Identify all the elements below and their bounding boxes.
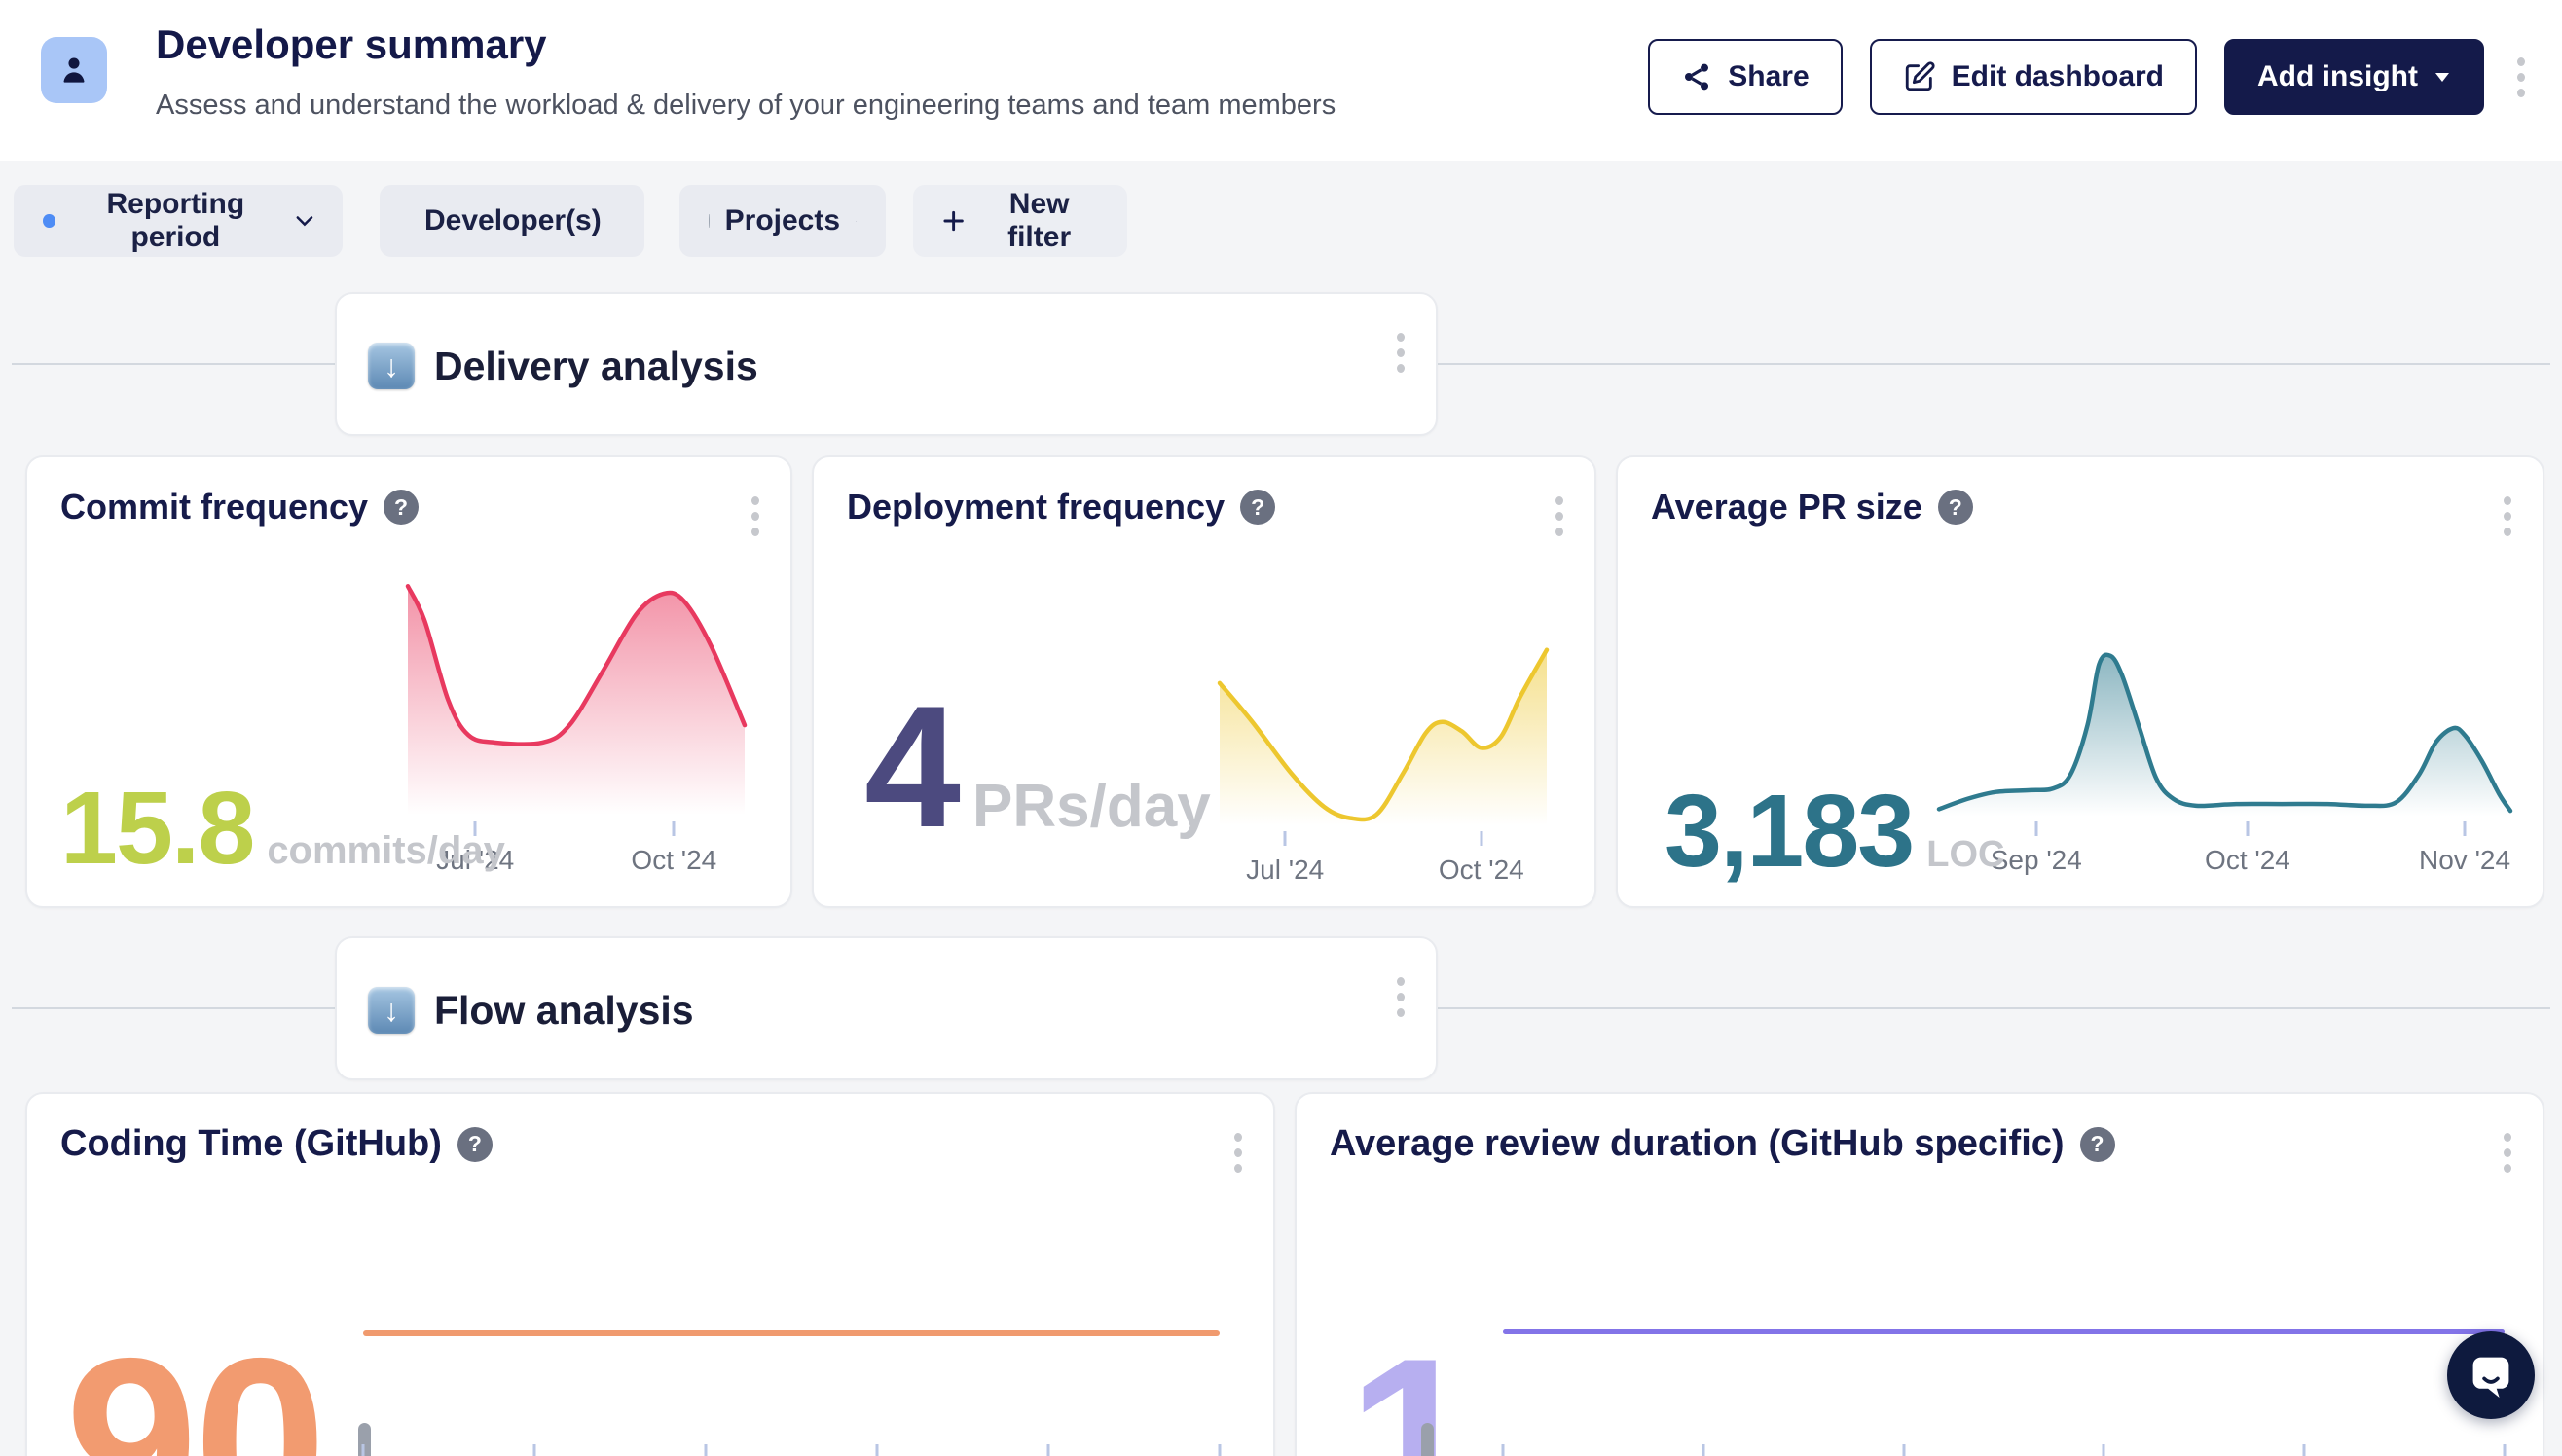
card-average-review-duration: Average review duration (GitHub specific… [1295,1092,2544,1456]
avatar [41,37,107,103]
x-axis [1503,1444,2505,1456]
metric-value: 3,183 [1665,780,1913,883]
filter-inactive-dot [709,214,710,228]
metric-value-clipped: 90 [65,1349,323,1456]
card-overflow-menu[interactable] [1550,491,1569,542]
section-divider-left [12,1007,335,1009]
share-button[interactable]: Share [1648,39,1842,115]
chevron-down-icon [2434,71,2451,83]
chat-bubble-icon [2469,1353,2513,1398]
add-insight-button[interactable]: Add insight [2224,39,2484,115]
card-overflow-menu[interactable] [1228,1127,1248,1179]
header-overflow-menu[interactable] [2511,52,2531,103]
metric-unit: commits/day [267,831,505,870]
section-divider-right [1438,363,2550,365]
share-label: Share [1728,60,1809,93]
help-icon[interactable]: ? [1240,490,1275,525]
card-title: Coding Time (GitHub) [60,1123,442,1165]
section-header-flow-analysis: ↓ Flow analysis [335,936,1438,1080]
header-actions: Share Edit dashboard Add insight [1648,39,2531,115]
metric-value: 15.8 [60,777,253,880]
new-filter-label: New filter [980,188,1098,254]
help-icon[interactable]: ? [458,1127,493,1162]
section-divider-left [12,363,335,365]
x-axis: Jul '24Oct '24 [1220,831,1547,890]
x-axis: Sep '24Oct '24Nov '24 [1939,821,2510,880]
section-title: Delivery analysis [434,344,758,389]
section-divider-right [1438,1007,2550,1009]
review-duration-flat-line [1503,1329,2505,1334]
section-header-delivery-analysis: ↓ Delivery analysis [335,292,1438,436]
card-deployment-frequency: Deployment frequency ? Jul '24Oct '24 4 … [812,455,1596,908]
plus-icon [942,208,965,234]
card-commit-frequency: Commit frequency ? Jul '24Oct '24 15.8 c… [25,455,792,908]
metric-unit: LOC [1926,836,2004,873]
filter-developers[interactable]: Developer(s) [380,185,644,257]
card-overflow-menu[interactable] [746,491,765,542]
filter-active-dot [43,214,55,228]
edit-dashboard-label: Edit dashboard [1952,60,2164,93]
card-average-pr-size: Average PR size ? Sep '24Oct '24Nov '24 … [1616,455,2544,908]
card-title: Commit frequency [60,487,368,528]
coding-time-flat-line [363,1330,1220,1336]
deployment-frequency-sparkline [1220,644,1547,829]
chevron-down-icon [856,215,857,228]
edit-dashboard-button[interactable]: Edit dashboard [1870,39,2197,115]
edit-icon [1903,60,1936,93]
metric-value-clipped: 1 [1347,1349,1476,1456]
filter-reporting-period[interactable]: Reporting period [14,185,343,257]
section-overflow-menu[interactable] [1391,327,1410,379]
metric-unit: PRs/day [972,777,1211,837]
x-axis [363,1444,1220,1456]
down-arrow-emoji-icon: ↓ [368,343,415,389]
new-filter-button[interactable]: New filter [913,185,1127,257]
card-coding-time-github: Coding Time (GitHub) ? 90 [25,1092,1275,1456]
card-overflow-menu[interactable] [2498,1127,2517,1179]
filter-label: Projects [725,204,840,237]
help-icon[interactable]: ? [1938,490,1973,525]
card-title: Average PR size [1651,487,1922,528]
card-title: Deployment frequency [847,487,1225,528]
section-title: Flow analysis [434,988,694,1034]
card-overflow-menu[interactable] [2498,491,2517,542]
add-insight-label: Add insight [2257,60,2418,93]
filter-label: Developer(s) [424,204,602,237]
chat-launcher-button[interactable] [2447,1331,2535,1419]
help-icon[interactable]: ? [2080,1127,2115,1162]
person-icon [55,52,92,89]
chevron-down-icon [296,215,313,228]
page-title: Developer summary [156,21,547,68]
down-arrow-emoji-icon: ↓ [368,987,415,1034]
average-pr-size-sparkline [1939,647,2510,819]
card-title: Average review duration (GitHub specific… [1330,1123,2065,1165]
filter-projects[interactable]: Projects [679,185,886,257]
filter-label: Reporting period [71,188,281,254]
dashboard-page: Developer summary Assess and understand … [0,0,2562,1456]
metric-value: 4 [864,680,959,854]
page-header: Developer summary Assess and understand … [0,0,2562,161]
help-icon[interactable]: ? [384,490,419,525]
section-overflow-menu[interactable] [1391,971,1410,1023]
share-icon [1681,61,1712,92]
page-subtitle: Assess and understand the workload & del… [156,90,1336,122]
clipped-unit-text [1421,1423,1434,1456]
